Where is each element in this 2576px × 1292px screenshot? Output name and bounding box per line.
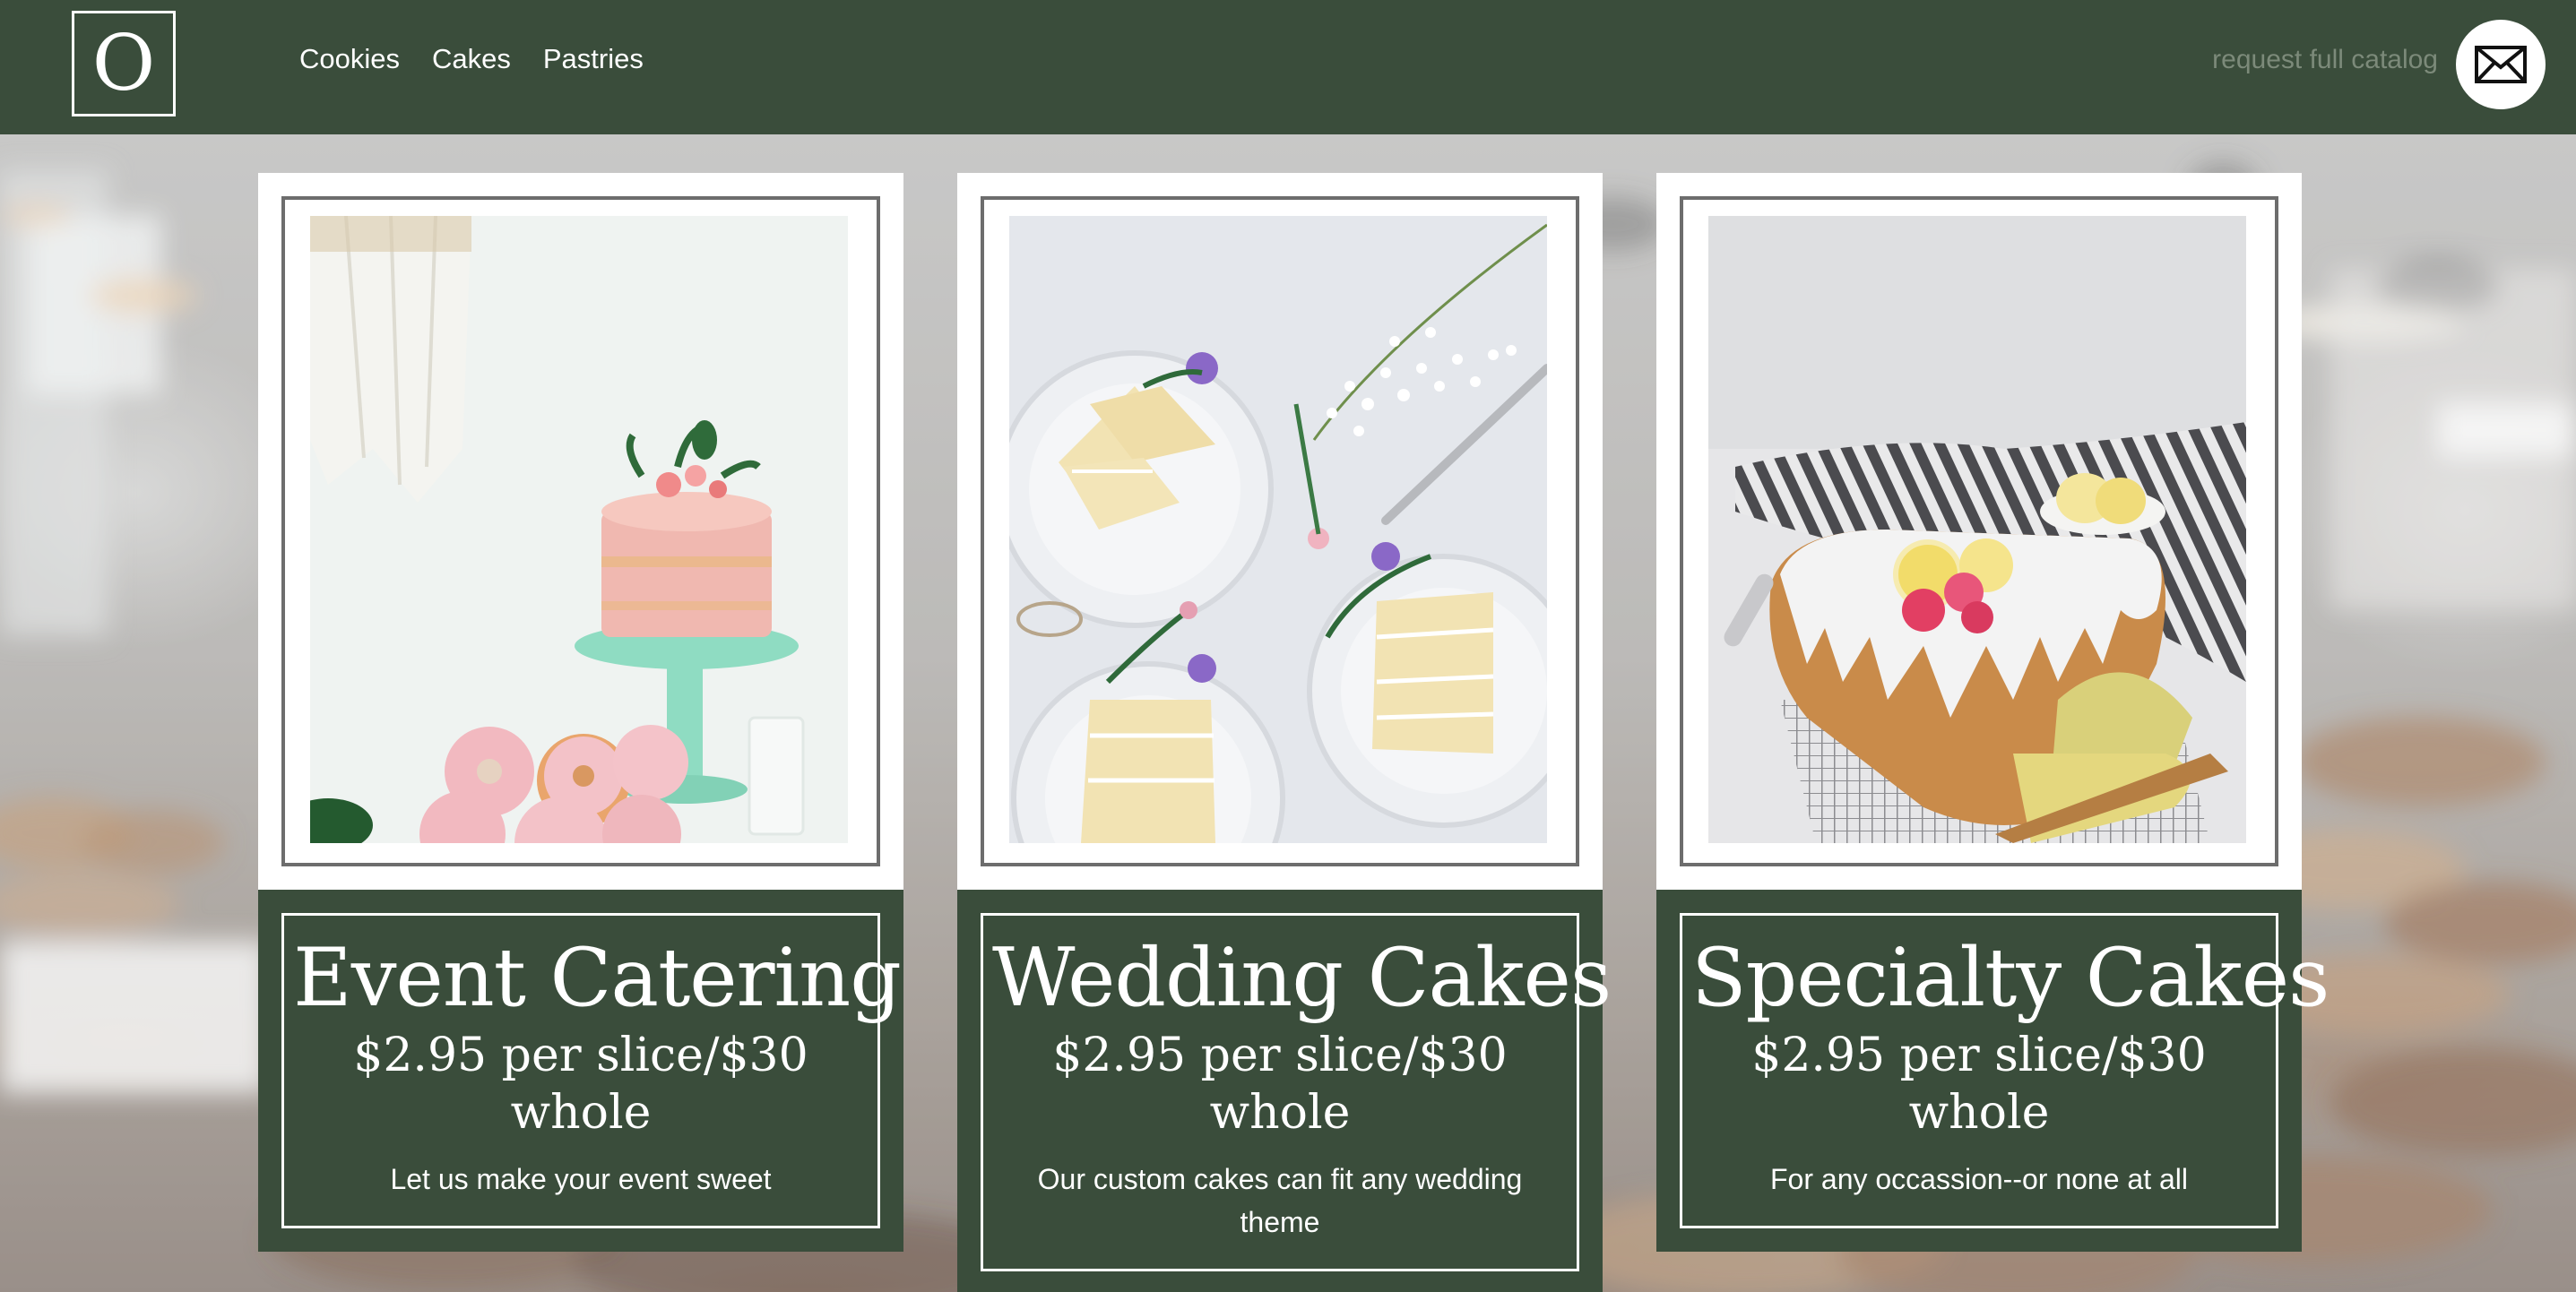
card-price: $2.95 per slice/$30 whole	[353, 1029, 808, 1140]
nav-link-cakes[interactable]: Cakes	[432, 43, 511, 75]
card-price: $2.95 per slice/$30 whole	[1052, 1029, 1508, 1140]
card-info-frame: Event Catering $2.95 per slice/$30 whole…	[281, 913, 902, 1228]
request-catalog-link[interactable]: request full catalog	[2212, 45, 2438, 75]
card-photo-panel	[258, 173, 903, 890]
site-logo[interactable]: O	[72, 11, 176, 116]
card-event-catering[interactable]: Event Catering $2.95 per slice/$30 whole…	[258, 173, 903, 1252]
card-info-frame: Specialty Cakes $2.95 per slice/$30 whol…	[1680, 913, 2330, 1228]
nav-link-pastries[interactable]: Pastries	[543, 43, 644, 75]
specialty-cakes-photo	[1708, 216, 2246, 843]
main-nav: Cookies Cakes Pastries	[299, 43, 644, 75]
card-photo-panel	[1656, 173, 2302, 890]
card-info-panel: Specialty Cakes $2.95 per slice/$30 whol…	[1656, 890, 2330, 1252]
card-wedding-cakes[interactable]: Wedding Cakes $2.95 per slice/$30 whole …	[957, 173, 1612, 1292]
envelope-icon	[2475, 46, 2527, 83]
card-description: For any occassion--or none at all	[1770, 1163, 2188, 1195]
card-description: Our custom cakes can fit any wedding the…	[1037, 1163, 1523, 1238]
card-info-panel: Event Catering $2.95 per slice/$30 whole…	[258, 890, 903, 1252]
card-title: Wedding Cakes	[992, 931, 1612, 1025]
event-catering-photo	[310, 216, 848, 843]
card-title: Specialty Cakes	[1691, 931, 2330, 1025]
card-info-frame: Wedding Cakes $2.95 per slice/$30 whole …	[981, 913, 1612, 1271]
card-info-panel: Wedding Cakes $2.95 per slice/$30 whole …	[957, 890, 1612, 1292]
card-specialty-cakes[interactable]: Specialty Cakes $2.95 per slice/$30 whol…	[1656, 173, 2330, 1252]
top-navbar: O Cookies Cakes Pastries request full ca…	[0, 0, 2576, 134]
card-title: Event Catering	[293, 931, 902, 1025]
wedding-cakes-photo	[1009, 216, 1547, 843]
card-photo-panel	[957, 173, 1603, 890]
card-description: Let us make your event sweet	[390, 1163, 772, 1195]
nav-link-cookies[interactable]: Cookies	[299, 43, 400, 75]
mail-button[interactable]	[2456, 20, 2546, 109]
card-price: $2.95 per slice/$30 whole	[1751, 1029, 2207, 1140]
